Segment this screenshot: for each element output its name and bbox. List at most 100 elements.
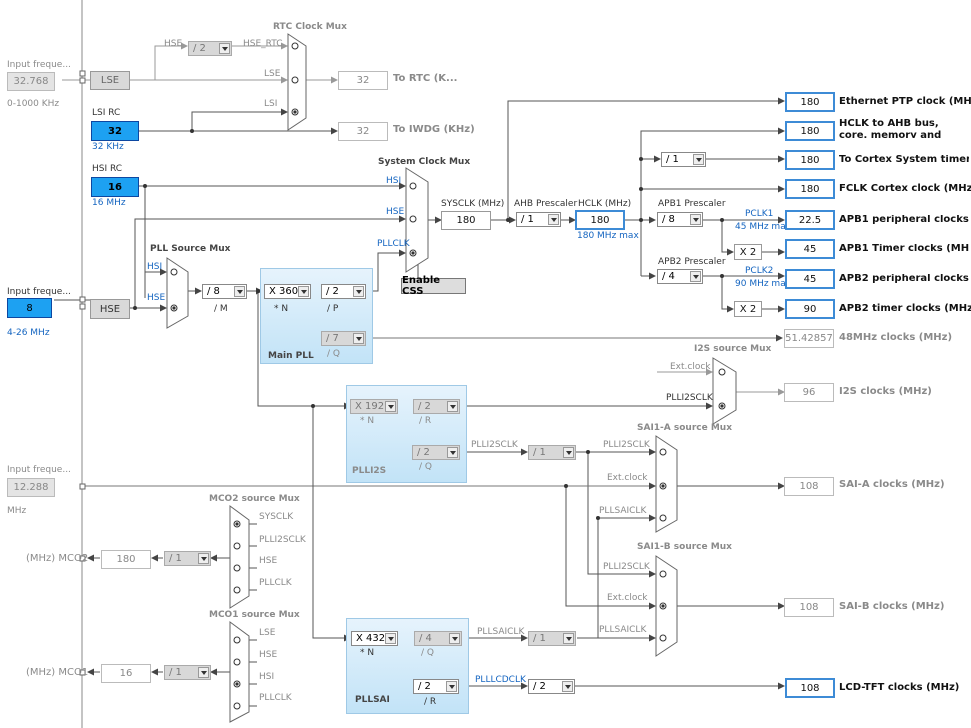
plli2s-r-divider[interactable]: / 2 [413,399,460,414]
pll-q-label: / Q [327,349,340,359]
apb1-timer-value[interactable]: 45 [785,239,835,259]
sai-b-mux-title: SAI1-B source Mux [637,542,732,552]
chevron-down-icon [447,401,458,412]
mco1-in-hsi: HSI [259,672,275,682]
ethernet-ptp-label: Ethernet PTP clock (MHz) [839,96,971,107]
pllsai-q-divider[interactable]: / 4 [414,631,462,646]
chevron-down-icon [447,447,458,458]
i2s-clock-label: I2S clocks (MHz) [839,386,932,397]
plli2s-q-output: PLLI2SCLK [471,440,518,450]
apb1-peripheral-label: APB1 peripheral clocks (MHz) [839,215,969,225]
mco1-mux-title: MCO1 source Mux [209,610,300,620]
apb2-timer-value[interactable]: 90 [785,299,835,319]
lsi-rc-source[interactable]: 32 [91,121,139,141]
pll-src-in-hse: HSE [147,293,166,303]
i2s-ext-input-label: Input freque... [7,465,71,475]
apb2-prescaler[interactable]: / 4 [657,269,703,284]
enable-css-button[interactable]: Enable CSS [401,275,466,297]
lse-source[interactable]: LSE [90,71,130,90]
hse-rtc-divider[interactable]: / 2 [188,41,232,56]
apb2-peripheral-value[interactable]: 45 [785,269,835,289]
chevron-down-icon [353,333,364,344]
apb1-peripheral-value[interactable]: 22.5 [785,210,835,230]
pll-p-divider[interactable]: / 2 [321,284,366,299]
mco1-in-lse: LSE [259,628,276,638]
pll-m-divider[interactable]: / 8 [202,284,247,299]
hse-input-range: 4-26 MHz [7,328,50,338]
fclk-label: FCLK Cortex clock (MHz) [839,183,971,194]
i2s-mux-in-plli2s: PLLI2SCLK [666,393,713,403]
hse-input-field[interactable]: 8 [7,298,52,318]
rtc-in-hse-rtc: HSE_RTC [243,39,283,49]
pll-q-divider[interactable]: / 7 [321,331,366,346]
mco1-divider[interactable]: / 1 [164,665,211,680]
pllsai-n-label: * N [360,648,375,658]
clk48-value: 51.42857 [784,329,834,348]
i2s-clock-value: 96 [784,383,834,402]
pll-src-in-hsi: HSI [147,262,163,272]
i2s-ext-input-unit: MHz [7,506,27,516]
pll-p-label: / P [327,304,339,314]
hclk-ahb-value[interactable]: 180 [785,121,835,141]
lsi-rc-freq: 32 KHz [92,142,124,152]
pll-m-label: / M [214,304,228,314]
sai-b-value: 108 [784,598,834,617]
plli2s-n-multiplier[interactable]: X 192 [350,399,398,414]
pllsai-q-output: PLLSAICLK [477,627,525,637]
hsi-rc-freq: 16 MHz [92,198,126,208]
hclk-label: HCLK (MHz) [578,199,632,209]
apb1-prescaler-label: APB1 Prescaler [658,199,726,209]
chevron-down-icon [219,43,230,54]
cortex-timer-value[interactable]: 180 [785,150,835,170]
sysclk-label: SYSCLK (MHz) [441,199,505,209]
pllsai-sai-divider[interactable]: / 1 [528,631,576,646]
rtc-label: To RTC (K... [393,73,458,84]
rtc-value: 32 [338,71,388,90]
pllsai-r-divider[interactable]: / 2 [413,679,459,694]
main-pll-block [260,268,373,364]
pllsai-n-multiplier[interactable]: X 432 [351,631,398,646]
chevron-down-icon [693,154,704,165]
lsi-rc-title: LSI RC [92,108,121,118]
rtc-in-lse: LSE [264,69,281,79]
plli2s-q-divider[interactable]: / 2 [412,445,460,460]
pll-n-multiplier[interactable]: X 360 [264,284,311,299]
chevron-down-icon [234,286,245,297]
chevron-down-icon [449,633,460,644]
hse-source[interactable]: HSE [90,299,130,319]
chevron-down-icon [298,286,309,297]
hsi-rc-source[interactable]: 16 [91,177,139,197]
hclk-value[interactable]: 180 [575,210,625,230]
apb1-prescaler[interactable]: / 8 [657,212,703,227]
sai-a-in-ext: Ext.clock [607,473,648,483]
sai-b-in-plli2s: PLLI2SCLK [603,562,650,572]
pll-source-mux-title: PLL Source Mux [150,244,231,254]
mco2-in-sysclk: SYSCLK [259,512,294,522]
chevron-down-icon [563,447,574,458]
hse-input-label: Input freque... [7,287,71,297]
ahb-prescaler[interactable]: / 1 [516,212,561,227]
i2s-ext-input-field[interactable]: 12.288 [7,478,55,497]
sai-a-label: SAI-A clocks (MHz) [839,479,945,490]
plli2s-sai-divider[interactable]: / 1 [528,445,576,460]
iwdg-value: 32 [338,122,388,141]
mco2-divider[interactable]: / 1 [164,551,211,566]
chevron-down-icon [385,401,396,412]
plli2s-n-label: * N [360,416,375,426]
main-pll-title: Main PLL [268,351,314,361]
apb2-timer-label: APB2 timer clocks (MHz) [839,303,971,314]
lcd-tft-value[interactable]: 108 [785,678,835,698]
chevron-down-icon [562,681,573,692]
system-clock-mux-title: System Clock Mux [378,157,471,167]
cortex-timer-divider[interactable]: / 1 [661,152,706,167]
lse-input-field[interactable]: 32.768 [7,72,55,91]
apb1-timer-multiplier: X 2 [734,244,762,260]
sai-b-in-ext: Ext.clock [607,593,648,603]
apb2-peripheral-label: APB2 peripheral clocks (MHz) [839,274,969,284]
clk48-label: 48MHz clocks (MHz) [839,332,953,343]
ethernet-ptp-value[interactable]: 180 [785,92,835,112]
pllsai-lcd-divider[interactable]: / 2 [528,679,575,694]
chevron-down-icon [198,553,209,564]
fclk-value[interactable]: 180 [785,179,835,199]
cortex-timer-label: To Cortex System timer (MHz) [839,155,969,165]
